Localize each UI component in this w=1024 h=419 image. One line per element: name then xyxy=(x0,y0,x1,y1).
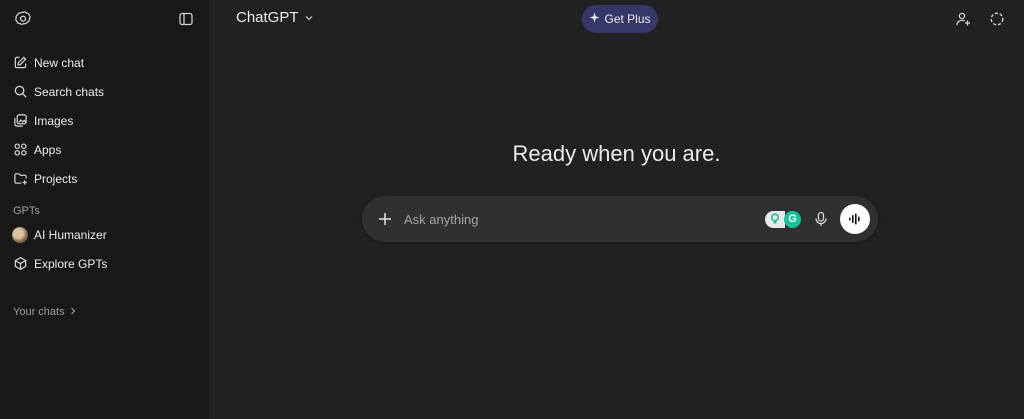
main-area: ChatGPT Get Plus Ready when you are. Ask… xyxy=(209,0,1024,419)
search-icon xyxy=(12,84,28,100)
sidebar-item-label: New chat xyxy=(34,55,85,70)
waveform-icon xyxy=(849,213,860,225)
prompt-input[interactable] xyxy=(404,211,765,227)
images-icon xyxy=(12,113,28,129)
grammarly-icon: G xyxy=(784,210,801,228)
your-chats-label: Your chats xyxy=(13,306,65,318)
apps-grid-icon xyxy=(12,142,28,158)
sidebar-item-projects[interactable]: Projects xyxy=(0,164,209,193)
toggle-sidebar-icon[interactable] xyxy=(175,8,197,30)
chevron-down-icon xyxy=(304,13,314,23)
sidebar-item-label: Apps xyxy=(34,142,62,157)
sidebar-header xyxy=(0,0,209,38)
cube-icon xyxy=(12,256,28,272)
get-plus-label: Get Plus xyxy=(604,12,651,26)
pencil-square-icon xyxy=(12,55,28,71)
sidebar-item-new-chat[interactable]: New chat xyxy=(0,48,209,77)
extension-badges[interactable]: G xyxy=(765,210,801,228)
sidebar-item-apps[interactable]: Apps xyxy=(0,135,209,164)
model-selector[interactable]: ChatGPT xyxy=(236,9,314,26)
microphone-icon[interactable] xyxy=(811,209,831,229)
sidebar: New chat Search chats Images Apps Projec… xyxy=(0,0,209,419)
gpts-section-label: GPTs xyxy=(13,205,40,217)
sidebar-item-images[interactable]: Images xyxy=(0,106,209,135)
top-bar: ChatGPT Get Plus xyxy=(209,0,1024,38)
app-window: New chat Search chats Images Apps Projec… xyxy=(0,0,1024,419)
sidebar-item-label: Images xyxy=(34,113,74,128)
chevron-right-icon xyxy=(69,306,77,318)
sparkle-icon xyxy=(589,12,601,26)
sidebar-item-search-chats[interactable]: Search chats xyxy=(0,77,209,106)
sidebar-item-label: Projects xyxy=(34,171,78,186)
add-person-icon[interactable] xyxy=(952,8,974,30)
model-name: ChatGPT xyxy=(236,9,299,26)
get-plus-button[interactable]: Get Plus xyxy=(582,5,658,33)
ai-humanizer-avatar xyxy=(12,226,28,243)
page-heading: Ready when you are. xyxy=(512,141,721,166)
sidebar-item-label: Explore GPTs xyxy=(34,256,108,271)
your-chats-toggle[interactable]: Your chats xyxy=(0,302,209,322)
top-right-actions xyxy=(952,8,1008,30)
sidebar-item-ai-humanizer[interactable]: AI Humanizer xyxy=(0,220,209,249)
folder-plus-icon xyxy=(12,171,28,187)
sidebar-item-explore-gpts[interactable]: Explore GPTs xyxy=(0,249,209,278)
plus-icon[interactable] xyxy=(375,209,395,229)
voice-mode-button[interactable] xyxy=(840,204,870,234)
lightbulb-extension-icon xyxy=(765,210,785,228)
sidebar-item-label: AI Humanizer xyxy=(34,227,107,242)
temporary-chat-icon[interactable] xyxy=(986,8,1008,30)
sidebar-item-label: Search chats xyxy=(34,84,105,99)
composer: G xyxy=(362,196,878,242)
openai-logo-icon[interactable] xyxy=(12,8,34,30)
sidebar-nav: New chat Search chats Images Apps Projec… xyxy=(0,48,209,193)
